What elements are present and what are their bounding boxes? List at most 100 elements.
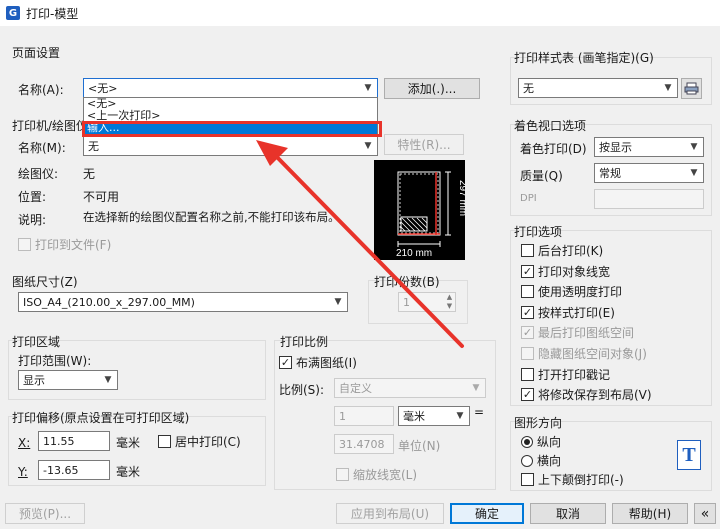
properties-button[interactable]: 特性(R)... xyxy=(384,134,464,155)
plot-option-checkbox[interactable]: ✓ 打印对象线宽 xyxy=(521,263,610,280)
preview-button[interactable]: 预览(P)... xyxy=(5,503,85,524)
print-dialog: G 打印-模型 页面设置 名称(A): <无> ▼ 添加(.)... 打印机/绘… xyxy=(0,0,720,529)
paper-size-combo[interactable]: ISO_A4_(210.00_x_297.00_MM) ▼ xyxy=(18,292,348,312)
checkbox-box[interactable]: ✓ xyxy=(279,356,292,369)
scale-unit-combo[interactable]: 毫米 ▼ xyxy=(398,406,470,426)
fit-to-paper-checkbox[interactable]: ✓ 布满图纸(I) xyxy=(279,354,357,371)
collapse-button[interactable]: « xyxy=(694,503,716,524)
quality-combo[interactable]: 常规 ▼ xyxy=(594,163,704,183)
checkbox-box[interactable]: ✓ xyxy=(521,326,534,340)
landscape-radio[interactable]: 横向 xyxy=(521,452,561,469)
quality-label: 质量(Q) xyxy=(520,169,563,183)
center-plot-checkbox[interactable]: 居中打印(C) xyxy=(158,433,241,450)
print-range-combo[interactable]: 显示 ▼ xyxy=(18,370,118,390)
checkbox-box[interactable]: ✓ xyxy=(521,388,534,402)
shade-plot-value: 按显示 xyxy=(599,141,632,154)
chevron-down-icon[interactable]: ▼ xyxy=(329,293,347,311)
checkbox-box[interactable] xyxy=(521,285,534,299)
checkbox-box[interactable]: ✓ xyxy=(521,305,534,319)
plot-option-label: 打开打印戳记 xyxy=(538,367,611,382)
shaded-viewport-title: 着色视口选项 xyxy=(514,119,587,133)
plot-option-checkbox[interactable]: ✓ 按样式打印(E) xyxy=(521,304,615,321)
add-page-setup-button[interactable]: 添加(.)... xyxy=(384,78,480,99)
plot-option-checkbox[interactable]: ✓ 将修改保存到布局(V) xyxy=(521,386,652,403)
chevron-down-icon[interactable]: ▼ xyxy=(359,137,377,155)
plot-style-combo[interactable]: 无 ▼ xyxy=(518,78,678,98)
scale-lineweights-checkbox[interactable]: 缩放线宽(L) xyxy=(336,466,417,483)
orientation-title: 图形方向 xyxy=(514,416,563,430)
chevron-down-icon[interactable]: ▼ xyxy=(467,379,485,397)
chevron-down-icon[interactable]: ▼ xyxy=(685,164,703,182)
scale-lineweights-label: 缩放线宽(L) xyxy=(353,468,418,482)
checkbox-box[interactable] xyxy=(158,435,171,448)
checkbox-box[interactable] xyxy=(521,244,534,257)
scale-value2-input[interactable]: 31.4708 xyxy=(334,434,394,454)
portrait-radio[interactable]: 纵向 xyxy=(521,433,561,450)
plot-options-title: 打印选项 xyxy=(514,225,563,239)
apply-to-layout-button[interactable]: 应用到布局(U) xyxy=(336,503,444,524)
print-range-label: 打印范围(W): xyxy=(18,354,92,368)
scale-value: 自定义 xyxy=(339,382,372,395)
page-setup-name-combo[interactable]: <无> ▼ xyxy=(83,78,378,98)
preview-height-label: 297 mm xyxy=(457,180,465,216)
plot-option-checkbox[interactable]: 使用透明度打印 xyxy=(521,283,622,300)
scale-combo[interactable]: 自定义 ▼ xyxy=(334,378,486,398)
scale-label: 比例(S): xyxy=(279,383,325,397)
chevron-down-icon[interactable]: ▼ xyxy=(685,138,703,156)
scale-value1-input[interactable]: 1 xyxy=(334,406,394,426)
radio-dot[interactable] xyxy=(521,435,533,448)
print-to-file-checkbox[interactable]: 打印到文件(F) xyxy=(18,236,111,253)
description-label: 说明: xyxy=(18,213,47,227)
chevron-down-icon[interactable]: ▼ xyxy=(359,79,377,97)
preview-width-label: 210 mm xyxy=(396,248,432,259)
checkbox-box[interactable]: ✓ xyxy=(521,264,534,278)
plot-option-checkbox[interactable]: 后台打印(K) xyxy=(521,242,603,259)
paper-size-title: 图纸尺寸(Z) xyxy=(12,275,78,289)
title-bar: G 打印-模型 xyxy=(0,0,720,26)
offset-x-input[interactable]: 11.55 xyxy=(38,431,110,451)
radio-dot[interactable] xyxy=(521,454,533,467)
checkbox-box[interactable] xyxy=(521,473,534,486)
annotation-highlight-box xyxy=(82,121,382,137)
checkbox-box[interactable] xyxy=(521,347,534,360)
upside-down-checkbox[interactable]: 上下颠倒打印(-) xyxy=(521,471,624,488)
chevron-down-icon[interactable]: ▼ xyxy=(451,407,469,425)
checkbox-box[interactable] xyxy=(18,238,31,251)
shade-plot-label: 着色打印(D) xyxy=(520,142,587,156)
paper-size-value: ISO_A4_(210.00_x_297.00_MM) xyxy=(23,295,195,309)
page-setup-title: 页面设置 xyxy=(12,46,61,60)
offset-y-label: Y: xyxy=(18,465,28,479)
landscape-label: 横向 xyxy=(537,454,562,468)
edit-plot-style-button[interactable] xyxy=(681,78,702,99)
plot-area-hatch xyxy=(400,217,428,232)
printable-area-outline xyxy=(399,173,439,234)
quality-value: 常规 xyxy=(599,167,621,180)
plot-option-label: 将修改保存到布局(V) xyxy=(538,388,652,403)
print-range-value: 显示 xyxy=(23,374,45,387)
plotter-label: 绘图仪: xyxy=(18,167,59,181)
app-icon: G xyxy=(6,6,20,20)
checkbox-box[interactable] xyxy=(336,468,349,481)
printer-name-value: 无 xyxy=(88,140,99,153)
checkbox-box[interactable] xyxy=(521,367,534,381)
plot-option-label: 最后打印图纸空间 xyxy=(538,326,635,341)
dpi-input[interactable] xyxy=(594,189,704,209)
plot-option-label: 隐藏图纸空间对象(J) xyxy=(538,347,647,361)
plot-option-checkbox[interactable]: ✓ 最后打印图纸空间 xyxy=(521,324,634,341)
help-button[interactable]: 帮助(H) xyxy=(612,503,688,524)
plot-option-checkbox[interactable]: 打开打印戳记 xyxy=(521,366,610,383)
offset-y-input[interactable]: -13.65 xyxy=(38,460,110,480)
fit-to-paper-label: 布满图纸(I) xyxy=(296,356,357,370)
shade-plot-combo[interactable]: 按显示 ▼ xyxy=(594,137,704,157)
copies-spinner[interactable]: ▲ ▼ xyxy=(444,293,455,311)
plot-option-checkbox[interactable]: 隐藏图纸空间对象(J) xyxy=(521,345,647,362)
ok-button[interactable]: 确定 xyxy=(450,503,524,524)
cancel-button[interactable]: 取消 xyxy=(530,503,606,524)
scale-value2: 31.4708 xyxy=(339,437,385,451)
page-setup-name-label: 名称(A): xyxy=(18,83,64,97)
location-label: 位置: xyxy=(18,190,47,204)
printer-name-combo[interactable]: 无 ▼ xyxy=(83,136,378,156)
chevron-down-icon[interactable]: ▼ xyxy=(659,79,677,97)
page-setup-name-value: <无> xyxy=(88,82,118,95)
chevron-down-icon[interactable]: ▼ xyxy=(99,371,117,389)
